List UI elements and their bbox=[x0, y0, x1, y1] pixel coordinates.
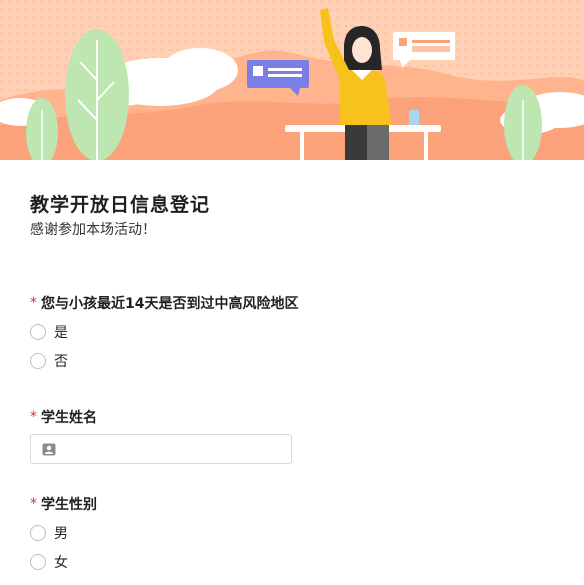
tree-icon bbox=[65, 29, 129, 160]
radio-option-label: 否 bbox=[54, 354, 68, 370]
question-label: * 学生姓名 bbox=[30, 407, 292, 427]
student-name-field[interactable] bbox=[30, 434, 292, 464]
form-title: 教学开放日信息登记 bbox=[30, 194, 211, 216]
contact-card-icon bbox=[42, 443, 56, 455]
question-label-text: 学生姓名 bbox=[41, 410, 97, 426]
radio-option-yes[interactable]: 是 bbox=[30, 322, 298, 342]
radio-option-no[interactable]: 否 bbox=[30, 351, 298, 371]
required-asterisk: * bbox=[30, 295, 37, 311]
form-subtitle: 感谢参加本场活动！ bbox=[30, 222, 156, 238]
question-label: * 您与小孩最近14天是否到过中高风险地区 bbox=[30, 293, 298, 313]
radio-option-label: 是 bbox=[54, 325, 68, 341]
question-student-gender: * 学生性别 男 女 bbox=[30, 494, 97, 572]
question-label: * 学生性别 bbox=[30, 494, 97, 514]
question-label-text: 您与小孩最近14天是否到过中高风险地区 bbox=[41, 296, 299, 312]
radio-button[interactable] bbox=[30, 324, 46, 340]
radio-option-label: 女 bbox=[54, 555, 68, 571]
question-label-text: 学生性别 bbox=[41, 497, 97, 513]
question-student-name: * 学生姓名 bbox=[30, 407, 292, 464]
radio-button[interactable] bbox=[30, 353, 46, 369]
header-banner-illustration bbox=[0, 0, 584, 160]
question-risk-area: * 您与小孩最近14天是否到过中高风险地区 是 否 bbox=[30, 293, 298, 371]
radio-option-female[interactable]: 女 bbox=[30, 552, 97, 572]
radio-button[interactable] bbox=[30, 554, 46, 570]
student-name-input[interactable] bbox=[62, 435, 291, 463]
radio-option-label: 男 bbox=[54, 526, 68, 542]
form-page: 教学开放日信息登记 感谢参加本场活动！ * 您与小孩最近14天是否到过中高风险地… bbox=[0, 0, 584, 585]
radio-option-male[interactable]: 男 bbox=[30, 523, 97, 543]
required-asterisk: * bbox=[30, 409, 37, 425]
radio-button[interactable] bbox=[30, 525, 46, 541]
required-asterisk: * bbox=[30, 496, 37, 512]
